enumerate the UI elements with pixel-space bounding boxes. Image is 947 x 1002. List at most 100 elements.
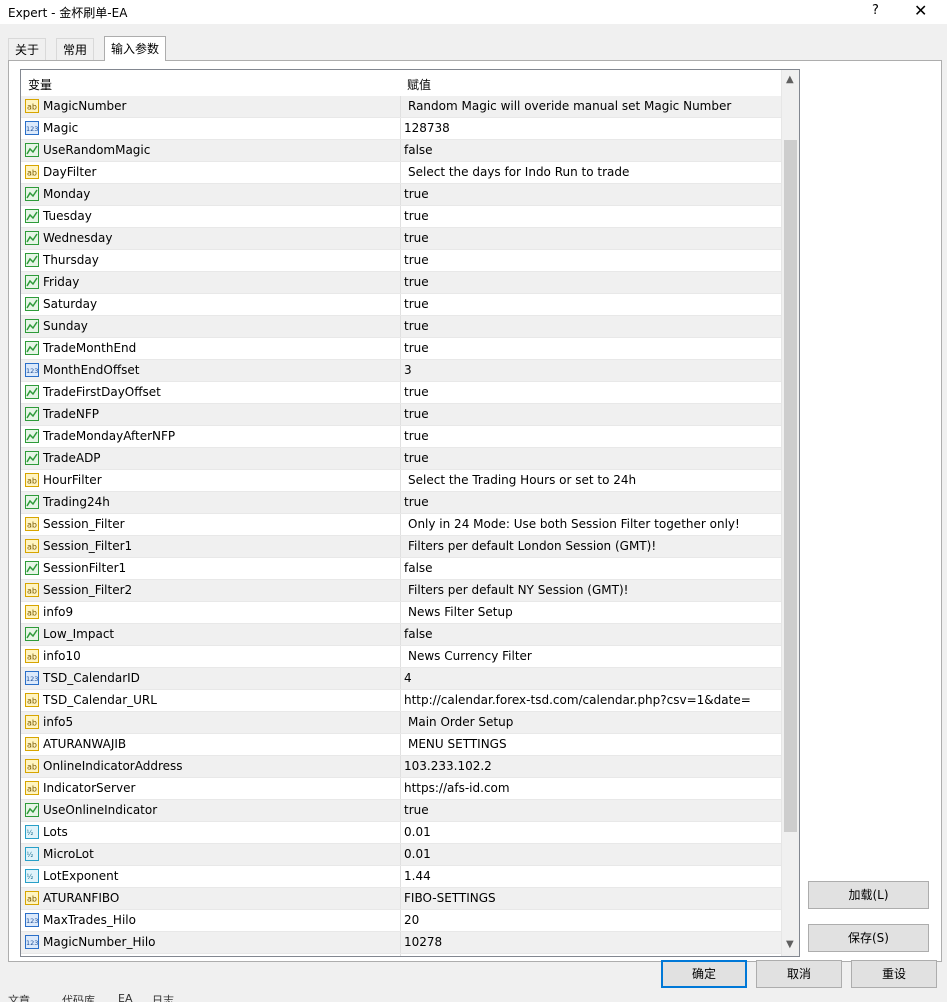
table-row[interactable]: ½ MicroLot 0.01 [21,844,781,866]
table-row[interactable]: Sunday true [21,316,781,338]
variable-cell[interactable]: ab Session_Filter [21,514,401,535]
value-cell[interactable]: false [401,624,781,645]
variable-cell[interactable]: Low_Impact [21,624,401,645]
value-cell[interactable]: false [401,558,781,579]
table-row[interactable]: Tuesday true [21,206,781,228]
table-row[interactable]: Wednesday true [21,228,781,250]
variable-cell[interactable]: ab HourFilter [21,470,401,491]
table-row[interactable]: ab info9 News Filter Setup [21,602,781,624]
value-cell[interactable]: Select the Trading Hours or set to 24h [401,470,781,491]
table-row[interactable]: ab DayFilter Select the days for Indo Run … [21,162,781,184]
table-row[interactable]: ½ LotExponent 1.44 [21,866,781,888]
value-cell[interactable]: Random Magic will overide manual set Mag… [401,96,781,117]
variable-cell[interactable]: ab IndicatorServer [21,778,401,799]
table-row[interactable]: ab ATURANFIBO FIBO-SETTINGS [21,888,781,910]
table-row[interactable]: 123 MonthEndOffset 3 [21,360,781,382]
variable-cell[interactable]: ½ Lots [21,822,401,843]
value-cell[interactable]: true [401,800,781,821]
variable-cell[interactable]: ½ MicroLot [21,844,401,865]
column-header-value[interactable]: 赋值 [407,76,431,93]
variable-cell[interactable]: 123 TSD_CalendarID [21,668,401,689]
value-cell[interactable]: 103.233.102.2 [401,756,781,777]
value-cell[interactable]: 128738 [401,118,781,139]
variable-cell[interactable]: TradeADP [21,448,401,469]
table-row[interactable]: ab HourFilter Select the Trading Hours or … [21,470,781,492]
status-tab-ea[interactable]: EA [118,992,132,1002]
scroll-up-arrow[interactable]: ▲ [786,74,794,85]
save-button[interactable]: 保存(S) [808,924,929,952]
variable-cell[interactable]: Saturday [21,294,401,315]
variable-cell[interactable]: UseRandomMagic [21,140,401,161]
variable-cell[interactable]: TradeFirstDayOffset [21,382,401,403]
variable-cell[interactable]: ab OnlineIndicatorAddress [21,756,401,777]
value-cell[interactable]: true [401,184,781,205]
variable-cell[interactable]: Tuesday [21,206,401,227]
value-cell[interactable]: 10278 [401,932,781,953]
table-row[interactable]: Low_Impact false [21,624,781,646]
variable-cell[interactable]: 123 MagicNumber_Hilo [21,932,401,953]
status-tab-journal[interactable]: 日志 [152,992,174,1002]
value-cell[interactable]: FIBO-SETTINGS [401,888,781,909]
value-cell[interactable]: true [401,316,781,337]
value-cell[interactable]: http://calendar.forex-tsd.com/calendar.p… [401,690,781,711]
vertical-scrollbar[interactable]: ▲ ▼ [781,70,799,956]
variable-cell[interactable]: TradeNFP [21,404,401,425]
tab-about[interactable]: 关于 [8,38,47,61]
value-cell[interactable]: News Filter Setup [401,602,781,623]
table-row[interactable]: ab MagicNumber Random Magic will overide m… [21,96,781,118]
value-cell[interactable]: true [401,426,781,447]
value-cell[interactable]: 4 [401,668,781,689]
table-row[interactable]: TradeADP true [21,448,781,470]
variable-cell[interactable]: ab TSD_Calendar_URL [21,690,401,711]
variable-cell[interactable]: ab ATURANFIBO [21,888,401,909]
variable-cell[interactable]: UseOnlineIndicator [21,800,401,821]
tab-common[interactable]: 常用 [56,38,95,61]
value-cell[interactable]: News Currency Filter [401,646,781,667]
tab-inputs[interactable]: 输入参数 [104,36,167,61]
status-tab-codebase[interactable]: 代码库 [62,992,95,1002]
variable-cell[interactable]: ab info10 [21,646,401,667]
variable-cell[interactable]: Wednesday [21,228,401,249]
table-row[interactable]: TradeNFP true [21,404,781,426]
value-cell[interactable]: Main Order Setup [401,712,781,733]
value-cell[interactable]: RSI-SETTINGS [401,954,781,956]
variable-cell[interactable]: Friday [21,272,401,293]
table-row[interactable]: ab OnlineIndicatorAddress 103.233.102.2 [21,756,781,778]
value-cell[interactable]: true [401,228,781,249]
close-button[interactable]: ✕ [914,1,927,20]
value-cell[interactable]: https://afs-id.com [401,778,781,799]
table-row[interactable]: ab ATURANWAJIB MENU SETTINGS [21,734,781,756]
scroll-down-arrow[interactable]: ▼ [786,939,794,950]
value-cell[interactable]: true [401,272,781,293]
variable-cell[interactable]: SessionFilter1 [21,558,401,579]
table-row[interactable]: SessionFilter1 false [21,558,781,580]
value-cell[interactable]: 3 [401,360,781,381]
table-row[interactable]: Thursday true [21,250,781,272]
table-row[interactable]: TradeMondayAfterNFP true [21,426,781,448]
variable-cell[interactable]: 123 MaxTrades_Hilo [21,910,401,931]
value-cell[interactable]: 0.01 [401,822,781,843]
table-row[interactable]: ab IndicatorServer https://afs-id.com [21,778,781,800]
value-cell[interactable]: 1.44 [401,866,781,887]
value-cell[interactable]: true [401,404,781,425]
status-tab-articles[interactable]: 文章 [8,992,30,1002]
table-row[interactable]: UseOnlineIndicator true [21,800,781,822]
table-row[interactable]: ab Session_Filter2 Filters per default NY … [21,580,781,602]
variable-cell[interactable]: Sunday [21,316,401,337]
table-row[interactable]: ab Session_Filter Only in 24 Mode: Use bot… [21,514,781,536]
table-row[interactable]: TradeMonthEnd true [21,338,781,360]
value-cell[interactable]: true [401,382,781,403]
ok-button[interactable]: 确定 [661,960,747,988]
value-cell[interactable]: 0.01 [401,844,781,865]
table-row[interactable]: ½ Lots 0.01 [21,822,781,844]
table-row[interactable]: 123 MaxTrades_Hilo 20 [21,910,781,932]
table-row[interactable]: UseRandomMagic false [21,140,781,162]
table-row[interactable]: 123 TSD_CalendarID 4 [21,668,781,690]
variable-cell[interactable]: abATURANRSI [21,954,401,956]
variable-cell[interactable]: Monday [21,184,401,205]
table-row[interactable]: TradeFirstDayOffset true [21,382,781,404]
table-row[interactable]: abATURANRSIRSI-SETTINGS [21,954,781,956]
variable-cell[interactable]: ab info9 [21,602,401,623]
table-row[interactable]: ab info10 News Currency Filter [21,646,781,668]
value-cell[interactable]: 20 [401,910,781,931]
